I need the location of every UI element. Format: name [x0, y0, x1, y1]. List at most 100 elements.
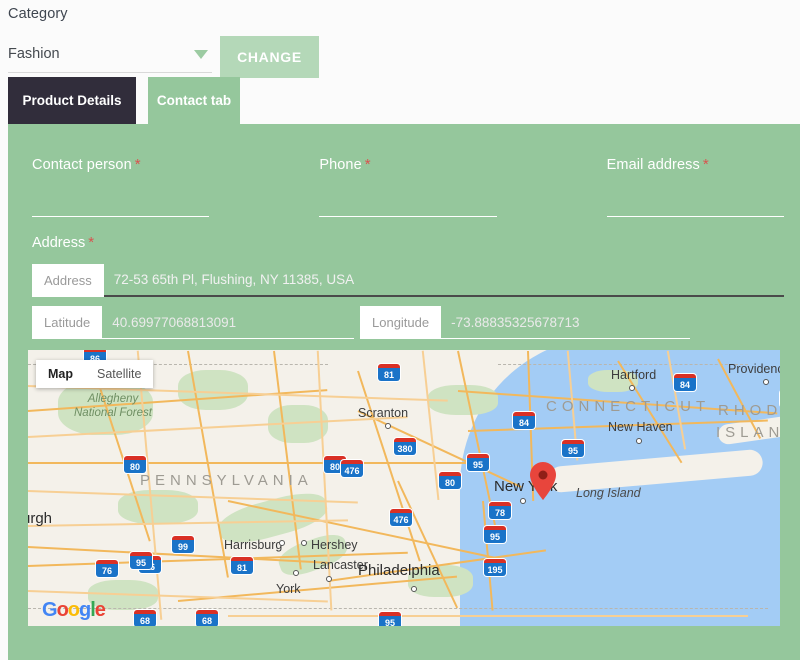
address-addon-label: Address [32, 264, 104, 297]
map-city-dot [301, 540, 307, 546]
map-city-dot [636, 438, 642, 444]
longitude-input-group: Longitude -73.88835325678713 [360, 306, 690, 339]
location-map[interactable]: Allegheny National Forest PENNSYLVANIA C… [28, 350, 780, 626]
map-state-label-pennsylvania: PENNSYLVANIA [140, 472, 313, 489]
map-city-dot [385, 423, 391, 429]
map-city-label-hartford: Hartford [611, 368, 656, 382]
map-city-label-hershey: Hershey [311, 538, 358, 552]
tab-contact[interactable]: Contact tab [148, 77, 240, 124]
forest-label-line2: National Forest [74, 406, 152, 420]
highway-shield: 84 [513, 412, 535, 429]
map-city-dot [629, 385, 635, 391]
top-field-row: Contact person* Phone* Email address* [32, 156, 784, 217]
map-state-label-connecticut: CONNECTICUT [546, 398, 710, 415]
highway-shield: 95 [467, 454, 489, 471]
location-marker-icon [530, 462, 556, 500]
required-asterisk: * [88, 234, 94, 251]
highway-shield: 95 [379, 612, 401, 626]
map-city-label-harrisburg: Harrisburg [224, 538, 282, 552]
state-border-ct-ma [498, 364, 748, 365]
chevron-down-icon [194, 50, 208, 59]
map-state-label-island: ISLAND [716, 424, 780, 441]
highway-shield: 81 [378, 364, 400, 381]
map-city-label-providence: Providence [728, 362, 780, 376]
latitude-addon-label: Latitude [32, 306, 102, 339]
address-section-label-text: Address [32, 235, 85, 251]
contact-tab-page: Category Fashion CHANGE Product Details … [0, 0, 800, 660]
highway-shield: 68 [134, 610, 156, 626]
contact-person-label: Contact person* [32, 156, 209, 173]
map-city-dot [326, 576, 332, 582]
longitude-addon-label: Longitude [360, 306, 441, 339]
highway-shield: 78 [489, 502, 511, 519]
map-canvas[interactable]: Allegheny National Forest PENNSYLVANIA C… [28, 350, 780, 626]
highway-shield: 95 [562, 440, 584, 457]
address-input-group: Address 72-53 65th Pl, Flushing, NY 1138… [32, 264, 784, 297]
contact-form-panel: Contact person* Phone* Email address* Ad… [8, 124, 800, 660]
category-select-row: Fashion CHANGE [8, 36, 792, 80]
map-road [228, 615, 748, 617]
highway-shield: 80 [439, 472, 461, 489]
highway-shield: 95 [130, 552, 152, 569]
highway-shield: 76 [96, 560, 118, 577]
latitude-input[interactable]: 40.69977068813091 [102, 306, 354, 339]
longitude-input[interactable]: -73.88835325678713 [441, 306, 690, 339]
tab-bar: Product Details Contact tab [8, 77, 240, 124]
category-selected-value: Fashion [8, 46, 60, 62]
contact-person-label-text: Contact person [32, 157, 132, 173]
highway-shield: 380 [394, 438, 416, 455]
map-city-label-york: York [276, 582, 301, 596]
latitude-input-group: Latitude 40.69977068813091 [32, 306, 354, 339]
map-city-label-scranton: Scranton [358, 406, 408, 420]
contact-person-field[interactable]: Contact person* [32, 156, 209, 217]
email-label-text: Email address [607, 157, 700, 173]
phone-field[interactable]: Phone* [319, 156, 496, 217]
phone-label-text: Phone [319, 157, 361, 173]
required-asterisk: * [135, 156, 141, 173]
highway-shield: 99 [172, 536, 194, 553]
category-select[interactable]: Fashion [8, 36, 212, 73]
category-label: Category [8, 6, 792, 22]
highway-shield: 80 [124, 456, 146, 473]
forest-label-line1: Allegheny [74, 392, 152, 406]
email-field[interactable]: Email address* [607, 156, 784, 217]
map-type-satellite-button[interactable]: Satellite [85, 360, 153, 388]
email-label: Email address* [607, 156, 784, 173]
map-forest-label: Allegheny National Forest [74, 392, 152, 421]
required-asterisk: * [703, 156, 709, 173]
address-section: Address* Address 72-53 65th Pl, Flushing… [32, 234, 784, 339]
map-city-dot [763, 379, 769, 385]
phone-label: Phone* [319, 156, 496, 173]
highway-shield: 84 [674, 374, 696, 391]
map-city-label-new-haven: New Haven [608, 420, 673, 434]
map-city-dot [279, 540, 285, 546]
highway-shield: 68 [196, 610, 218, 626]
map-city-label-philadelphia: Philadelphia [358, 562, 440, 579]
highway-shield: 195 [484, 559, 506, 576]
highway-shield: 476 [390, 509, 412, 526]
address-section-label: Address* [32, 234, 784, 251]
email-input[interactable] [607, 216, 784, 217]
phone-input[interactable] [319, 216, 496, 217]
map-water-label-long-island: Long Island [576, 486, 641, 500]
map-road [28, 462, 468, 464]
state-border-south [28, 608, 768, 609]
change-button[interactable]: CHANGE [220, 36, 319, 78]
map-type-control[interactable]: Map Satellite [36, 360, 153, 388]
tab-product-details[interactable]: Product Details [8, 77, 136, 124]
highway-shield: 476 [341, 460, 363, 477]
address-input[interactable]: 72-53 65th Pl, Flushing, NY 11385, USA [104, 264, 784, 297]
contact-person-input[interactable] [32, 216, 209, 217]
map-city-dot [411, 586, 417, 592]
required-asterisk: * [365, 156, 371, 173]
map-city-dot [293, 570, 299, 576]
map-state-label-rhode: RHODE [718, 402, 780, 419]
map-type-map-button[interactable]: Map [36, 360, 85, 388]
map-city-label-pittsburgh: urgh [28, 510, 52, 527]
latlng-row: Latitude 40.69977068813091 Longitude -73… [32, 306, 784, 339]
highway-shield: 95 [484, 526, 506, 543]
location-marker[interactable] [530, 462, 556, 505]
map-city-dot [520, 498, 526, 504]
google-attribution-logo: Google [42, 599, 105, 622]
highway-shield: 81 [231, 557, 253, 574]
